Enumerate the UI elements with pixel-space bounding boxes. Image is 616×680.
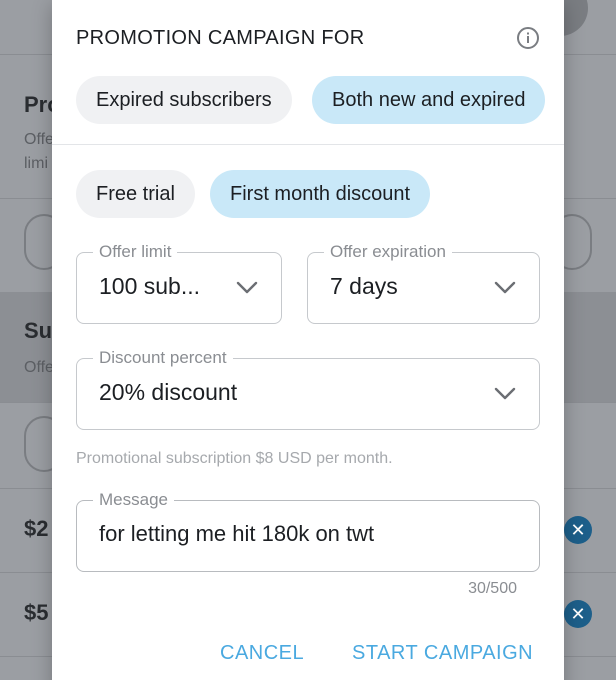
offer-limit-select[interactable]: Offer limit 100 sub... <box>76 241 282 324</box>
chip-expired-subscribers[interactable]: Expired subscribers <box>76 76 292 124</box>
message-value[interactable]: for letting me hit 180k on twt <box>99 521 374 547</box>
offer-limit-label: Offer limit <box>93 241 178 263</box>
info-icon[interactable] <box>516 26 540 50</box>
chevron-down-icon <box>494 387 516 400</box>
promotion-campaign-dialog: PROMOTION CAMPAIGN FOR Expired subscribe… <box>52 0 564 680</box>
chip-both-new-and-expired[interactable]: Both new and expired <box>312 76 546 124</box>
close-icon: ✕ <box>564 600 592 628</box>
discount-percent-select[interactable]: Discount percent 20% discount <box>76 347 540 430</box>
chevron-down-icon <box>236 281 258 294</box>
chevron-down-icon <box>494 281 516 294</box>
offer-limit-value: 100 sub... <box>99 273 201 299</box>
offer-expiration-value: 7 days <box>330 273 398 299</box>
background-section-sub: Offe <box>24 131 54 148</box>
message-char-counter: 30/500 <box>468 580 517 597</box>
close-icon: ✕ <box>564 516 592 544</box>
start-campaign-button[interactable]: START CAMPAIGN <box>352 642 533 665</box>
offer-expiration-select[interactable]: Offer expiration 7 days <box>307 241 540 324</box>
background-section-heading: Su <box>24 318 53 343</box>
background-section-sub: Offe <box>24 359 54 376</box>
message-label: Message <box>93 489 174 511</box>
cancel-button[interactable]: CANCEL <box>220 642 304 665</box>
chip-free-trial[interactable]: Free trial <box>76 170 195 218</box>
divider <box>52 144 564 145</box>
promotional-price-helper: Promotional subscription $8 USD per mont… <box>76 450 393 467</box>
background-section-sub: limi <box>24 155 48 172</box>
background-price: $5 <box>24 600 49 625</box>
discount-percent-value: 20% discount <box>99 379 238 405</box>
background-price: $2 <box>24 516 49 541</box>
discount-percent-label: Discount percent <box>93 347 233 369</box>
message-field[interactable]: Message for letting me hit 180k on twt <box>76 489 540 572</box>
dialog-title: PROMOTION CAMPAIGN FOR <box>76 27 365 49</box>
chip-first-month-discount[interactable]: First month discount <box>210 170 431 218</box>
offer-expiration-label: Offer expiration <box>324 241 452 263</box>
